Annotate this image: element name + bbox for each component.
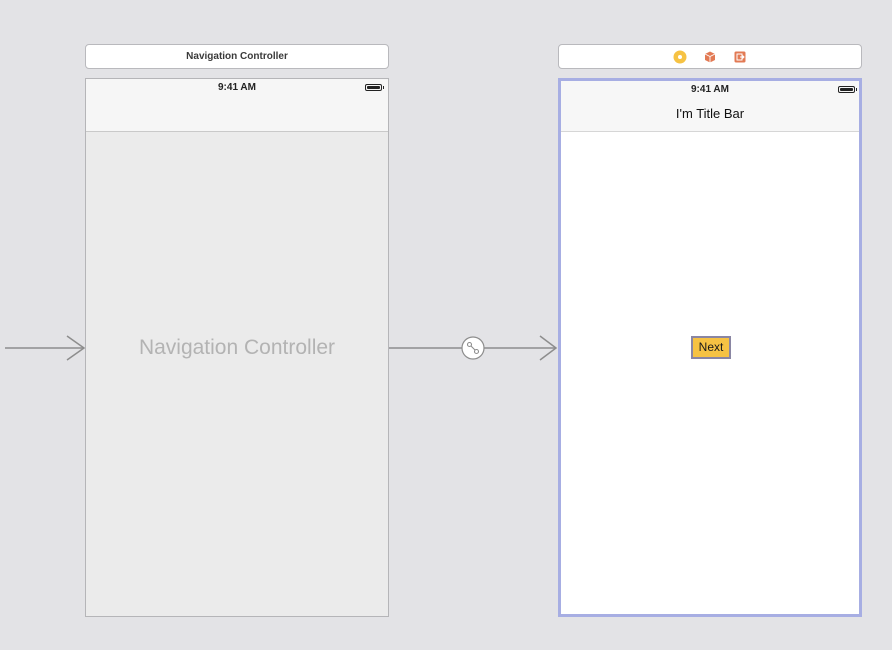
- navigation-controller-scene[interactable]: 9:41 AM Navigation Controller: [85, 78, 389, 617]
- exit-icon[interactable]: [733, 50, 747, 64]
- status-time: 9:41 AM: [218, 82, 256, 93]
- segue-icon[interactable]: [461, 336, 485, 360]
- status-time: 9:41 AM: [691, 84, 729, 95]
- view-controller-scene[interactable]: I'm Title Bar 9:41 AM Next: [558, 78, 862, 617]
- entry-point-arrow[interactable]: [5, 335, 86, 361]
- battery-icon: [838, 86, 857, 93]
- status-bar: 9:41 AM: [561, 81, 859, 99]
- battery-icon: [365, 84, 384, 91]
- status-bar: 9:41 AM: [86, 79, 388, 97]
- navigation-controller-scene-bar[interactable]: Navigation Controller: [85, 44, 389, 69]
- segue-connection[interactable]: [389, 335, 558, 361]
- view-controller-icon[interactable]: [673, 50, 687, 64]
- view-controller-scene-bar[interactable]: [558, 44, 862, 69]
- scene-dock: [559, 50, 861, 64]
- navigation-title[interactable]: I'm Title Bar: [561, 106, 859, 121]
- navigation-controller-placeholder: Navigation Controller: [138, 336, 336, 359]
- first-responder-icon[interactable]: [703, 50, 717, 64]
- scene-bar-title: Navigation Controller: [186, 51, 288, 62]
- next-button[interactable]: Next: [691, 336, 731, 359]
